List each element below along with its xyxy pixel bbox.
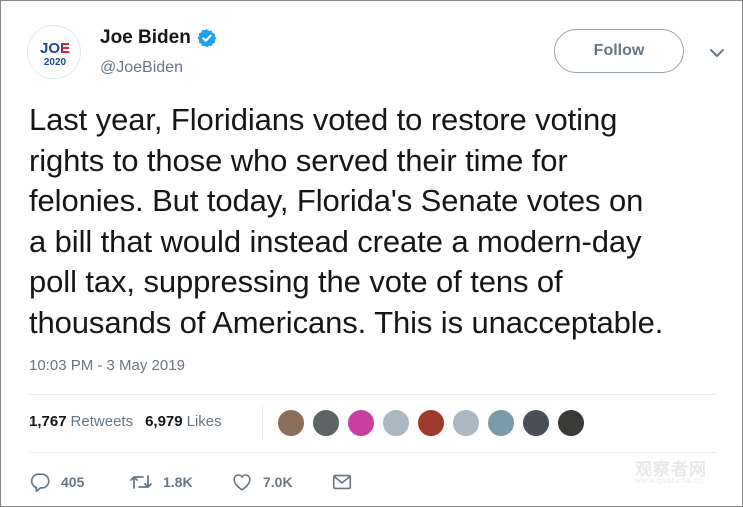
tweet-text: Last year, Floridians voted to restore v… — [29, 100, 729, 343]
liker-avatar[interactable] — [521, 408, 551, 438]
liker-avatar[interactable] — [451, 408, 481, 438]
user-handle[interactable]: @JoeBiden — [100, 59, 183, 77]
liker-avatar[interactable] — [486, 408, 516, 438]
liker-avatar[interactable] — [556, 408, 586, 438]
reply-button[interactable]: 405 — [29, 471, 84, 493]
reply-icon — [30, 473, 50, 492]
liker-avatar[interactable] — [311, 408, 341, 438]
divider — [29, 394, 716, 395]
liker-avatar[interactable] — [346, 408, 376, 438]
liker-avatar[interactable] — [416, 408, 446, 438]
likes-count: 6,979 — [145, 413, 183, 430]
avatar-logo-line2: 2020 — [44, 57, 67, 68]
retweets-stat[interactable]: 1,767 Retweets — [29, 413, 133, 430]
tweet-line: a bill that would instead create a moder… — [29, 223, 642, 259]
like-button[interactable]: 7.0K — [231, 471, 293, 493]
retweet-icon — [130, 475, 152, 489]
tweet-line: thousands of Americans. This is unaccept… — [29, 304, 664, 340]
joe-2020-logo: JOE 2020 — [29, 27, 80, 78]
follow-button[interactable]: Follow — [554, 29, 684, 73]
heart-icon — [233, 474, 251, 491]
verified-badge-icon — [197, 28, 217, 48]
profile-avatar[interactable]: JOE 2020 — [27, 25, 81, 79]
likes-stat[interactable]: 6,979 Likes — [145, 413, 222, 430]
display-name[interactable]: Joe Biden — [100, 27, 217, 49]
retweets-count: 1,767 — [29, 413, 67, 430]
reply-count: 405 — [61, 474, 85, 490]
watermark-url: www.guancha.cn — [635, 476, 703, 485]
stats-separator — [262, 405, 263, 441]
retweets-label: Retweets — [70, 413, 134, 430]
engagement-stats: 1,767 Retweets 6,979 Likes — [29, 413, 222, 430]
direct-message-button[interactable] — [331, 471, 363, 493]
divider — [29, 452, 716, 453]
liker-avatar[interactable] — [381, 408, 411, 438]
liker-avatar[interactable] — [276, 408, 306, 438]
retweet-count: 1.8K — [163, 474, 193, 490]
chevron-down-icon[interactable] — [707, 43, 727, 63]
tweet-card: JOE 2020 Joe Biden @JoeBiden Follow Last… — [0, 0, 743, 507]
like-count: 7.0K — [263, 474, 293, 490]
tweet-line: rights to those who served their time fo… — [29, 142, 568, 178]
tweet-line: poll tax, suppressing the vote of tens o… — [29, 264, 563, 299]
retweet-button[interactable]: 1.8K — [129, 471, 193, 493]
envelope-icon — [332, 474, 352, 490]
tweet-line: felonies. But today, Florida's Senate vo… — [29, 183, 644, 218]
tweet-line: Last year, Floridians voted to restore v… — [29, 102, 618, 137]
display-name-text: Joe Biden — [100, 27, 191, 48]
likes-label: Likes — [186, 413, 222, 430]
tweet-timestamp[interactable]: 10:03 PM - 3 May 2019 — [29, 357, 185, 374]
